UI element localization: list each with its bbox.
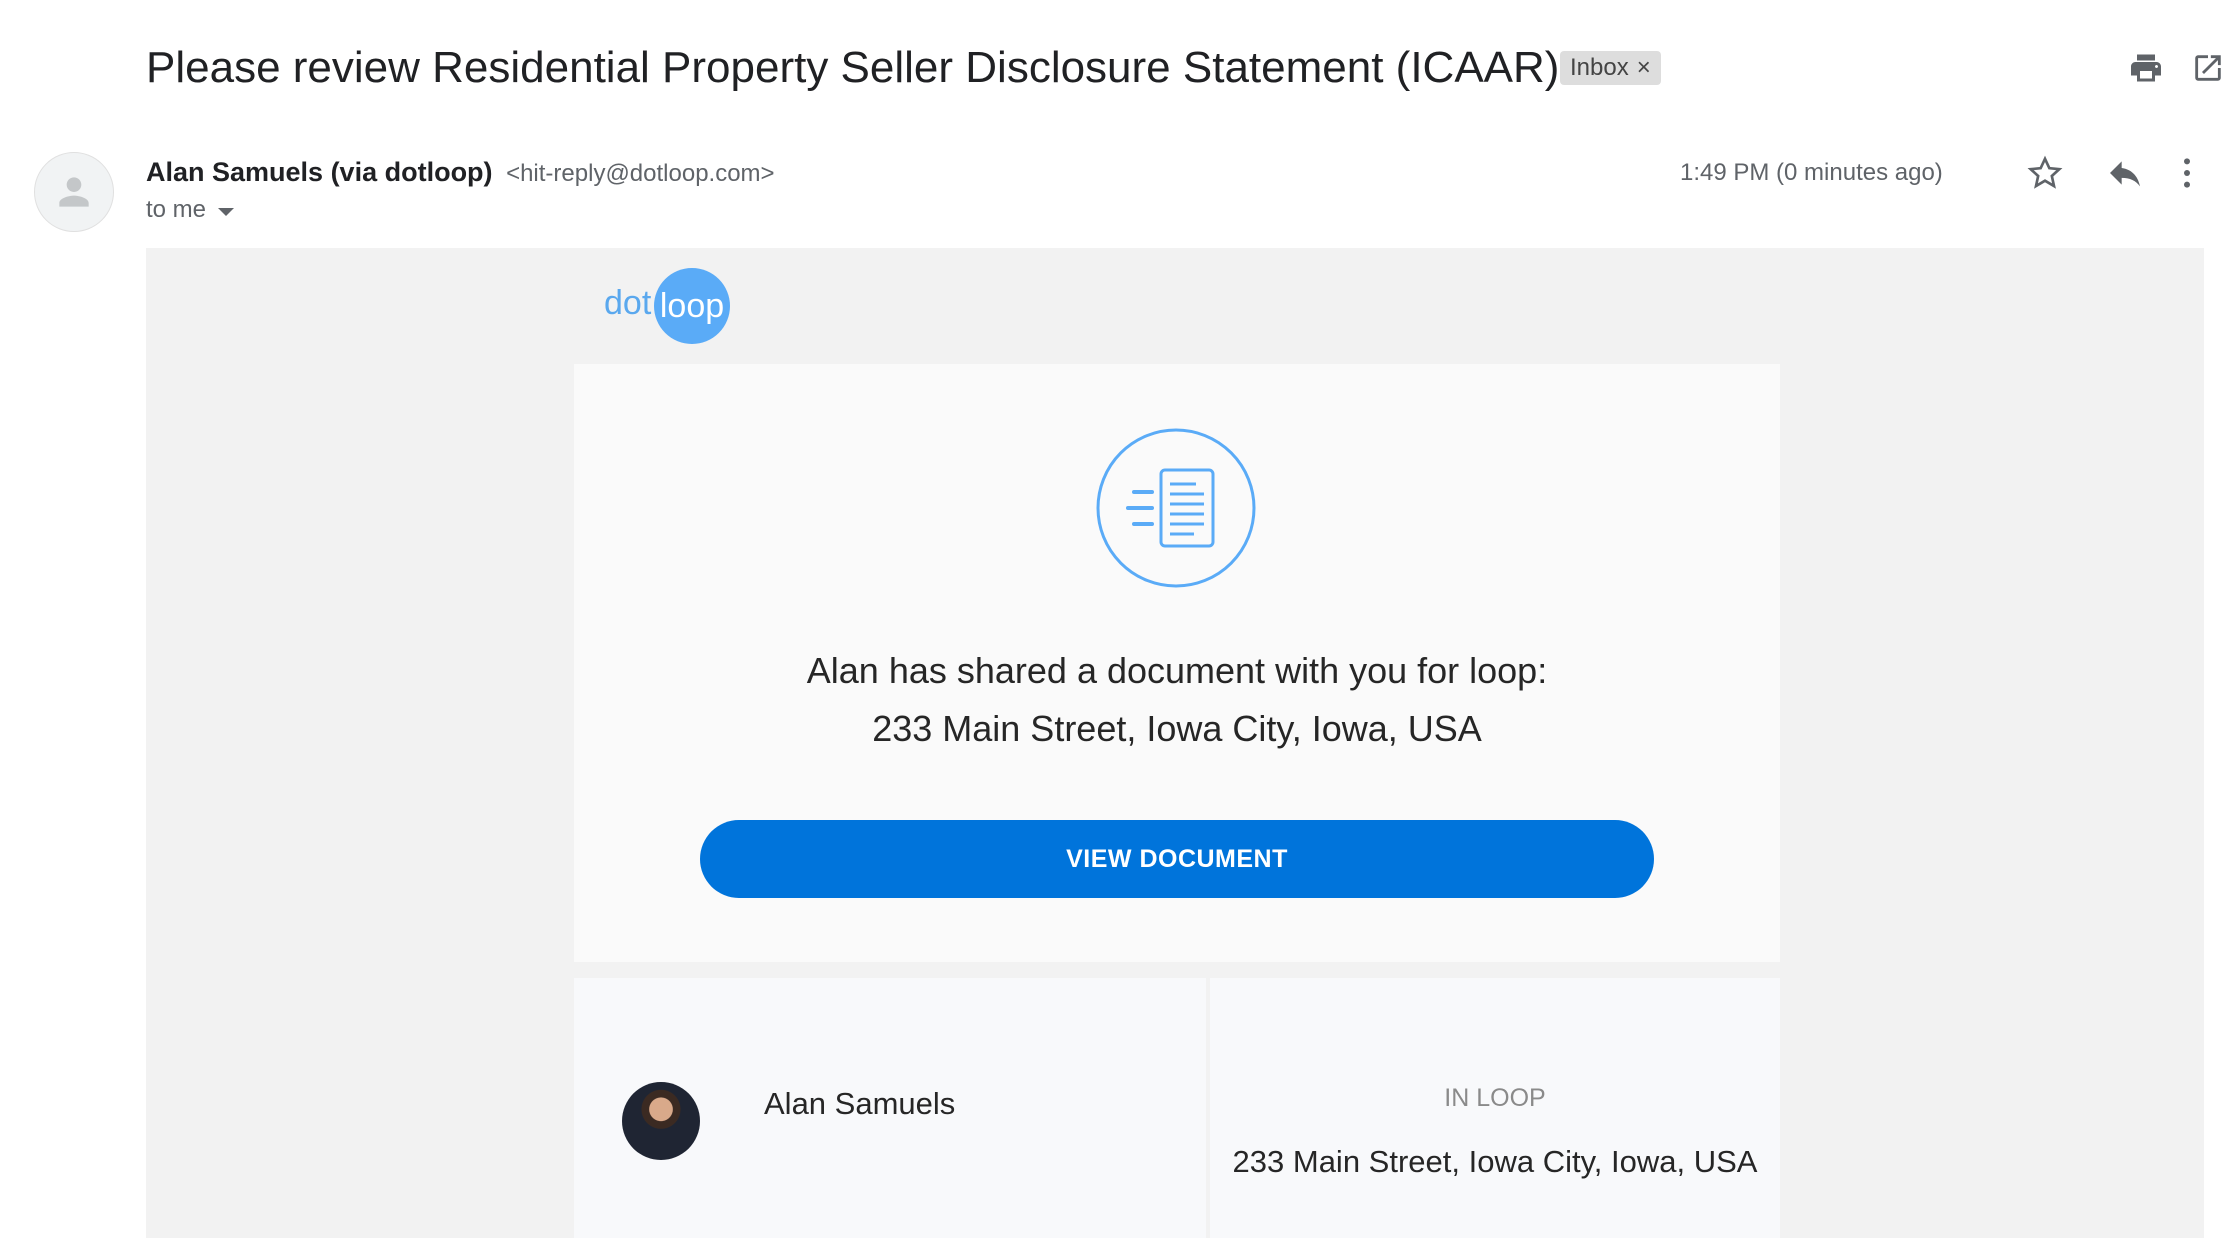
chevron-down-icon [218,208,235,216]
sharer-name: Alan Samuels [764,1086,956,1121]
sharer-photo [622,1082,700,1160]
label-chip-text: Inbox [1570,54,1629,81]
logo-dot-text: dot [604,284,652,322]
star-icon[interactable] [2022,150,2068,196]
share-message: Alan has shared a document with you for … [806,650,1548,691]
print-icon[interactable] [2124,46,2168,90]
document-icon [1096,428,1256,588]
open-in-new-icon[interactable] [2186,46,2230,90]
sender-name[interactable]: Alan Samuels (via dotloop) [146,157,493,187]
more-vert-icon[interactable] [2164,150,2210,196]
sender-email: <hit-reply@dotloop.com> [506,160,775,187]
share-address: 233 Main Street, Iowa City, Iowa, USA [872,708,1482,749]
inbox-label-chip[interactable]: Inbox × [1560,51,1661,85]
recipient-details-toggle[interactable]: to me [146,196,235,224]
view-document-button[interactable]: VIEW DOCUMENT [700,820,1654,898]
person-icon [59,177,89,207]
in-loop-label: IN LOOP [1444,1084,1546,1112]
loop-address: 233 Main Street, Iowa City, Iowa, USA [1232,1144,1758,1179]
remove-label-icon[interactable]: × [1637,51,1651,85]
reply-icon[interactable] [2102,150,2148,196]
timestamp: 1:49 PM (0 minutes ago) [1680,159,1943,186]
sender-avatar[interactable] [34,152,114,232]
recipient-label: to me [146,196,207,223]
sender-line: Alan Samuels (via dotloop) <hit-reply@do… [146,154,775,192]
email-subject: Please review Residential Property Selle… [146,43,1560,92]
dotloop-logo: dot loop [604,266,734,344]
logo-loop-circle: loop [654,268,730,344]
